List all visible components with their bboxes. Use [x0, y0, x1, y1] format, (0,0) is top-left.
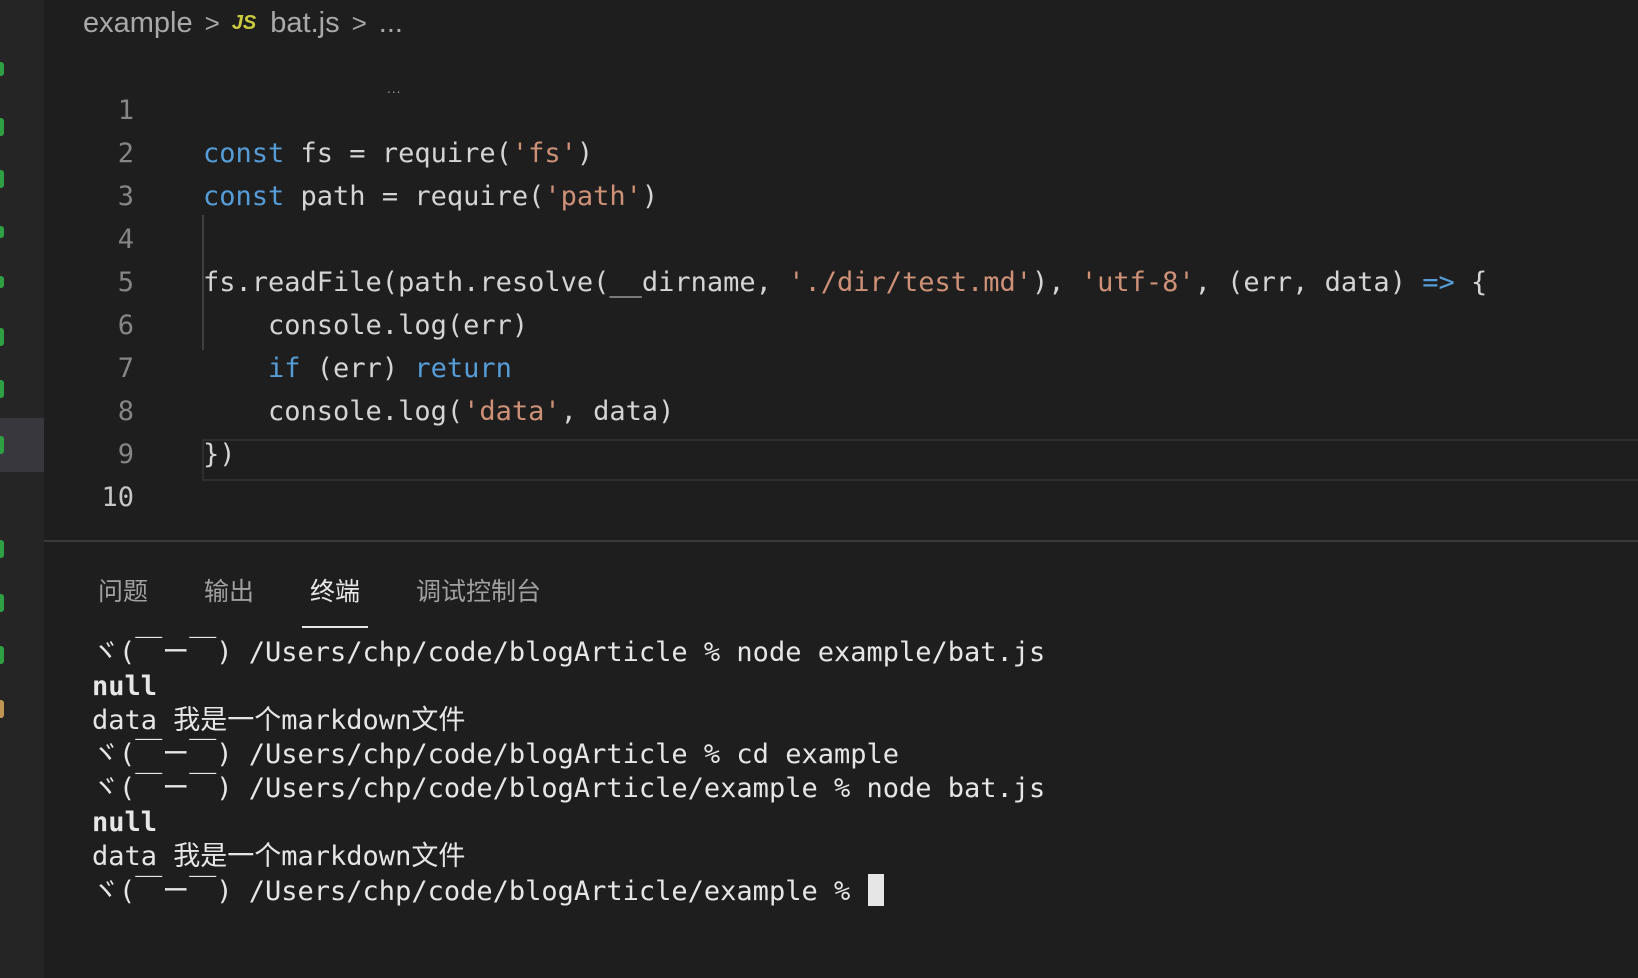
- indent-guide: [202, 215, 204, 350]
- scm-added-marker: [0, 646, 4, 664]
- bottom-panel: 问题 输出 终端 调试控制台 ヾ(￣ー￣) /Users/chp/code/bl…: [44, 540, 1638, 978]
- javascript-file-icon: JS: [231, 11, 257, 34]
- code-line[interactable]: 7 console.log('data', data): [44, 304, 1638, 427]
- breadcrumb: example > JS bat.js > ...: [83, 2, 403, 44]
- code-line[interactable]: 4 fs.readFile(path.resolve(__dirname, '.…: [44, 175, 1638, 298]
- tab-problems[interactable]: 问题: [94, 566, 152, 628]
- code-line[interactable]: 9: [44, 390, 1638, 470]
- scm-added-marker: [0, 436, 4, 454]
- terminal-prompt: ヾ(￣ー￣) /Users/chp/code/blogArticle/examp…: [92, 876, 867, 907]
- scm-modified-marker: [0, 700, 4, 718]
- line-number: 10: [101, 482, 134, 513]
- code-editor[interactable]: example > JS bat.js > ... 1 const fs = r…: [44, 0, 1638, 540]
- terminal-cursor: [868, 874, 885, 906]
- breadcrumb-folder[interactable]: example: [83, 7, 193, 40]
- scm-added-marker: [0, 594, 4, 612]
- active-line-gutter-band: [0, 418, 44, 472]
- scm-added-marker: [0, 62, 4, 76]
- code-line[interactable]: 6 if (err) return: [44, 261, 1638, 384]
- terminal-line: ヾ(￣ー￣) /Users/chp/code/blogArticle/examp…: [92, 773, 1046, 804]
- terminal-line: ヾ(￣ー￣) /Users/chp/code/blogArticle % nod…: [92, 637, 1046, 668]
- tab-output[interactable]: 输出: [200, 566, 258, 628]
- chevron-right-icon: >: [204, 7, 220, 38]
- code-line[interactable]: 1 const fs = require('fs'): [44, 46, 1638, 169]
- scm-added-marker: [0, 328, 4, 346]
- terminal-line: data 我是一个markdown文件: [92, 705, 466, 736]
- breadcrumb-file[interactable]: bat.js: [270, 7, 339, 40]
- scm-added-marker: [0, 170, 4, 188]
- activity-gutter: [0, 0, 44, 978]
- breadcrumb-more[interactable]: ...: [379, 7, 403, 40]
- tab-debug-console[interactable]: 调试控制台: [412, 566, 545, 628]
- terminal-line: null: [92, 671, 158, 702]
- code-line[interactable]: 3: [44, 132, 1638, 212]
- scm-added-marker: [0, 540, 4, 558]
- code-lines[interactable]: 1 const fs = require('fs') 2 const path …: [44, 46, 1638, 513]
- current-line-highlight: [202, 439, 1638, 481]
- code-line[interactable]: 5 console.log(err): [44, 218, 1638, 341]
- scm-added-marker: [0, 226, 4, 238]
- terminal-output[interactable]: ヾ(￣ー￣) /Users/chp/code/blogArticle % nod…: [92, 636, 1638, 908]
- terminal-prompt-line[interactable]: ヾ(￣ー￣) /Users/chp/code/blogArticle/examp…: [92, 874, 1638, 908]
- suggestion-hint-dots[interactable]: ...: [387, 82, 401, 96]
- scm-added-marker: [0, 118, 4, 136]
- panel-tabs: 问题 输出 终端 调试控制台: [94, 566, 593, 628]
- tab-terminal[interactable]: 终端: [302, 566, 369, 628]
- code-line[interactable]: 8 }): [44, 347, 1638, 470]
- terminal-line: null: [92, 807, 158, 838]
- scm-added-marker: [0, 380, 4, 398]
- code-line[interactable]: 2 const path = require('path'): [44, 89, 1638, 212]
- terminal-line: data 我是一个markdown文件: [92, 841, 466, 872]
- terminal-line: ヾ(￣ー￣) /Users/chp/code/blogArticle % cd …: [92, 739, 899, 770]
- scm-added-marker: [0, 276, 4, 288]
- chevron-right-icon: >: [351, 7, 367, 38]
